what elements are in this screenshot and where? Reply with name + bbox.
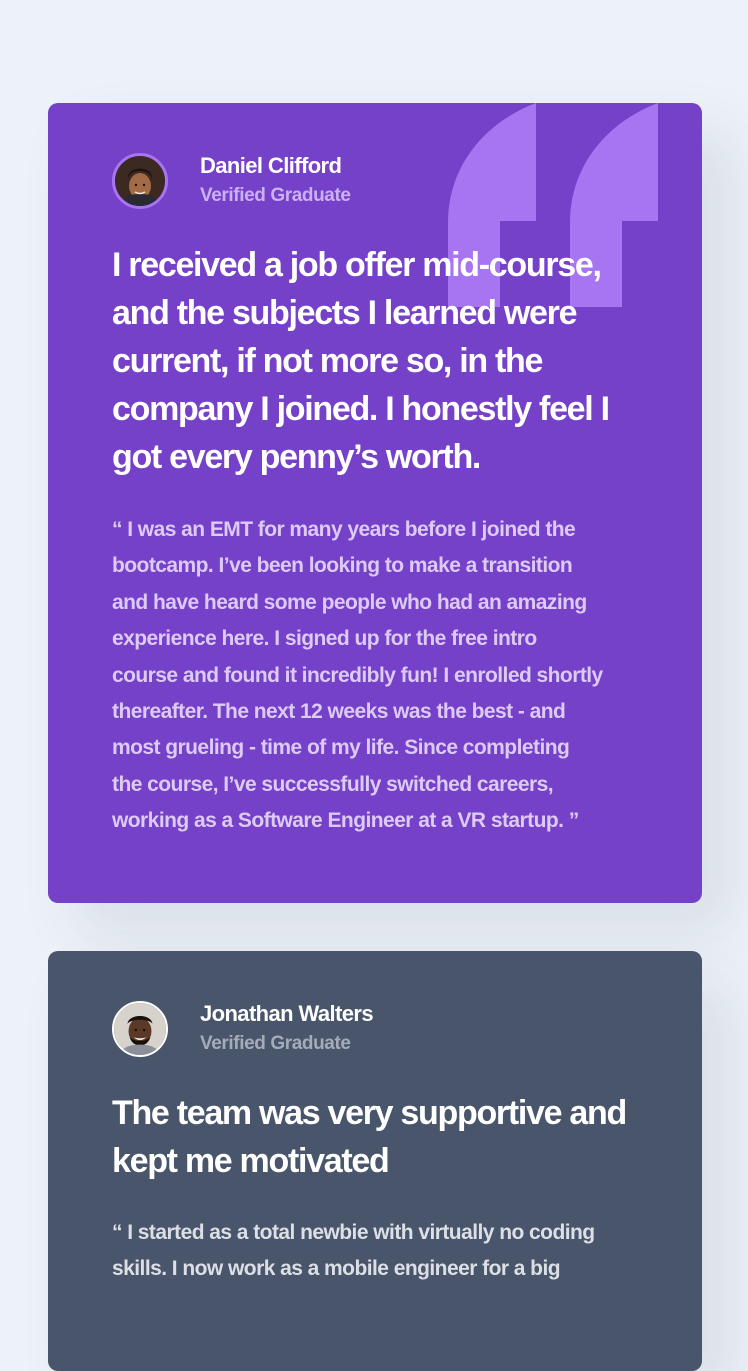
testimonial-body-line: skills. I now work as a mobile engineer …	[112, 1257, 561, 1281]
testimonial-body-line: the course, I’ve successfully switched c…	[112, 772, 554, 796]
testimonial-body-line: most grueling - time of my life. Since c…	[112, 736, 570, 760]
testimonial-body-line: thereafter. The next 12 weeks was the be…	[112, 700, 566, 724]
testimonial-body-line: working as a Software Engineer at a VR s…	[112, 809, 579, 833]
testimonial-body: “ I started as a total newbie with virtu…	[112, 1215, 652, 1288]
testimonial-body-line: course and found it incredibly fun! I en…	[112, 663, 603, 687]
author-name: Jonathan Walters	[200, 1001, 374, 1026]
testimonial-body-line: “ I was an EMT for many years before I j…	[112, 518, 576, 541]
author-name: Daniel Clifford	[200, 153, 342, 178]
testimonial-card-jonathan: Jonathan Walters Verified Graduate The t…	[48, 951, 702, 1371]
testimonial-body-line: “ I started as a total newbie with virtu…	[112, 1221, 595, 1244]
testimonial-headline: The team was very supportive and kept me…	[112, 1094, 627, 1180]
avatar	[112, 153, 168, 209]
testimonial-body-line: experience here. I signed up for the fre…	[112, 627, 537, 651]
testimonial-body-line: and have heard some people who had an am…	[112, 590, 587, 614]
testimonial-headline: I received a job offer mid-course, and t…	[112, 246, 610, 476]
author-header: Jonathan Walters Verified Graduate	[112, 999, 374, 1059]
testimonial-card-daniel: Daniel Clifford Verified Graduate I rece…	[48, 103, 702, 903]
author-role: Verified Graduate	[200, 185, 351, 206]
testimonial-body: “ I was an EMT for many years before I j…	[112, 512, 652, 840]
testimonial-body-line: bootcamp. I’ve been looking to make a tr…	[112, 554, 573, 578]
author-header: Daniel Clifford Verified Graduate	[112, 151, 351, 211]
author-role: Verified Graduate	[200, 1033, 351, 1054]
avatar	[112, 1001, 168, 1057]
